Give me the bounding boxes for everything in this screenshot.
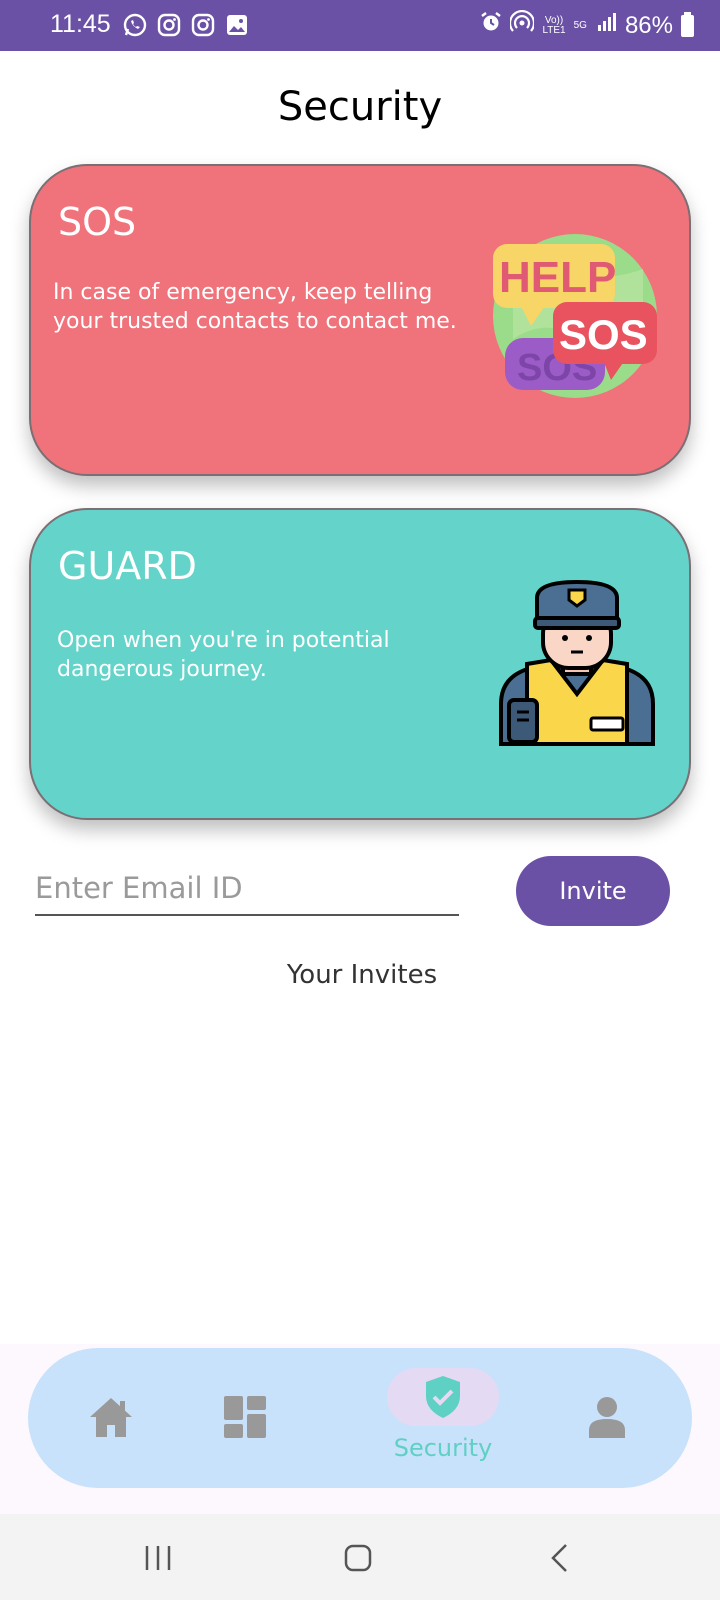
volte-indicator: Vo)) LTE1 [542,14,566,36]
shield-check-icon [426,1376,460,1418]
battery-icon [681,11,694,37]
guard-card-description: Open when you're in potential dangerous … [57,628,390,682]
guard-card-title: GUARD [58,544,197,588]
lte-label: LTE1 [542,24,566,36]
sos-card[interactable]: SOS In case of emergency, keep telling y… [29,164,691,476]
bottom-navigation: Security [28,1348,692,1488]
sos-help-illustration: SOS HELP SOS [493,234,657,398]
alarm-icon [480,11,502,40]
nav-profile[interactable] [547,1348,667,1488]
security-guard-illustration [499,579,655,746]
whatsapp-icon [122,12,148,38]
nav-security[interactable]: Security [383,1348,503,1488]
instagram-icon [190,12,216,38]
instagram-icon [156,12,182,38]
home-icon [87,1393,135,1441]
nav-active-indicator [387,1368,499,1426]
your-invites-heading: Your Invites [286,960,438,990]
nav-security-label: Security [393,1434,493,1462]
status-time: 11:45 [50,10,111,38]
network-5g: 5G [573,19,587,31]
recent-apps-button[interactable] [138,1538,178,1578]
status-bar: 11:45 Vo)) LTE1 5G 86% [0,0,720,51]
battery-percent: 86% [624,11,673,39]
system-navigation-bar [0,1514,720,1600]
home-icon [344,1544,372,1572]
sos-card-description: In case of emergency, keep telling your … [53,280,457,334]
volte-label: Vo)) [544,14,564,26]
nav-home[interactable] [51,1348,171,1488]
notification-icons [122,12,250,38]
gallery-icon [224,12,250,38]
system-home-button[interactable] [338,1538,378,1578]
hotspot-icon [509,9,536,41]
guard-card[interactable]: GUARD Open when you're in potential dang… [29,508,691,820]
nav-dashboard[interactable] [185,1348,305,1488]
signal-icon [595,11,617,40]
back-icon [551,1544,567,1572]
status-indicators: Vo)) LTE1 5G 86% [480,9,694,41]
person-icon [583,1393,631,1441]
invite-button[interactable]: Invite [516,856,670,926]
back-button[interactable] [540,1538,580,1578]
recent-apps-icon [145,1546,171,1570]
dashboard-icon [221,1393,269,1441]
sos-art-text: SOS [559,311,648,358]
sos-card-title: SOS [58,200,137,244]
email-input[interactable] [35,862,459,916]
help-art-text: HELP [499,253,616,302]
page-title: Security [277,84,443,130]
